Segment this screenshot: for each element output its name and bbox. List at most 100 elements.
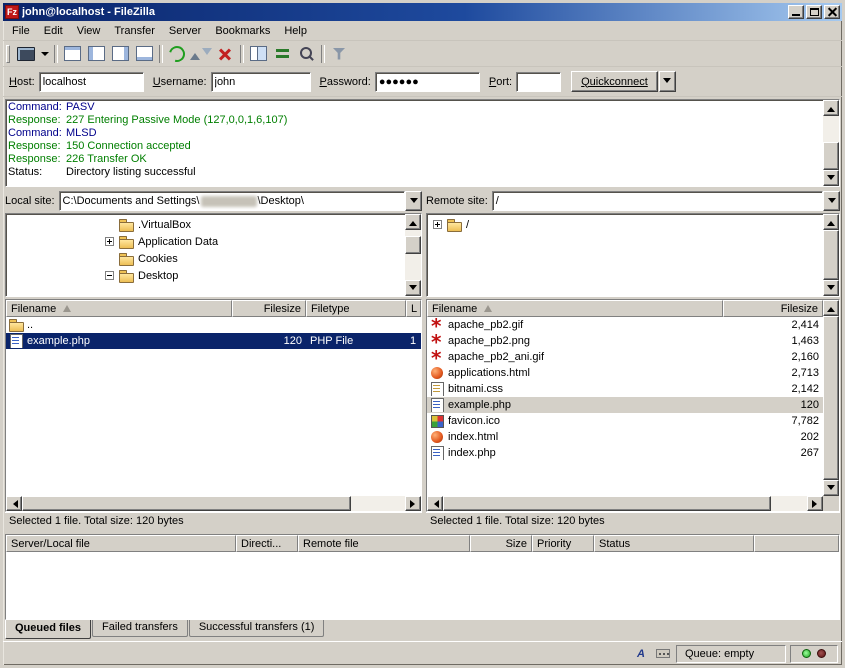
quickconnect-button[interactable]: Quickconnect (571, 71, 658, 92)
remote-site-dropdown-button[interactable] (823, 191, 840, 211)
file-row[interactable]: favicon.ico 7,782 (427, 413, 823, 429)
scroll-track[interactable] (823, 116, 839, 170)
menu-item[interactable]: Bookmarks (208, 23, 277, 39)
menu-item[interactable]: File (5, 23, 37, 39)
queue-column-direction[interactable]: Directi... (236, 535, 298, 552)
scroll-down-button[interactable] (823, 280, 839, 296)
scroll-up-button[interactable] (823, 214, 839, 230)
scroll-up-button[interactable] (405, 214, 421, 230)
separator[interactable] (237, 43, 246, 65)
filter-button[interactable] (327, 43, 351, 65)
toggle-message-log-button[interactable] (60, 43, 84, 65)
local-site-dropdown-button[interactable] (405, 191, 422, 211)
expander-icon[interactable] (105, 271, 114, 280)
file-row[interactable]: .. (6, 317, 421, 333)
tree-item[interactable]: .VirtualBox (7, 216, 403, 233)
file-row[interactable]: apache_pb2_ani.gif 2,160 (427, 349, 823, 365)
scroll-track[interactable] (823, 316, 839, 480)
scroll-up-button[interactable] (823, 100, 839, 116)
toggle-queue-button[interactable] (132, 43, 156, 65)
column-header-filename[interactable]: Filename (427, 300, 723, 317)
file-row[interactable]: index.php 267 (427, 445, 823, 461)
maximize-button[interactable] (806, 5, 822, 19)
tree-item[interactable]: Desktop (7, 267, 403, 284)
separator[interactable] (156, 43, 165, 65)
toggle-remote-tree-button[interactable] (108, 43, 132, 65)
column-header-filetype[interactable]: Filetype (306, 300, 406, 317)
remote-site-combobox[interactable]: / (492, 191, 840, 211)
queue-column-priority[interactable]: Priority (532, 535, 594, 552)
scroll-left-button[interactable] (427, 496, 443, 511)
queue-column-local-file[interactable]: Server/Local file (6, 535, 236, 552)
file-row[interactable]: apache_pb2.gif 2,414 (427, 317, 823, 333)
synchronized-browsing-button[interactable] (270, 43, 294, 65)
menu-item[interactable]: Transfer (107, 23, 162, 39)
cancel-operation-button[interactable] (213, 43, 237, 65)
log-scrollbar[interactable] (823, 100, 839, 186)
refresh-button[interactable] (165, 43, 189, 65)
scroll-track[interactable] (443, 496, 807, 511)
scroll-track[interactable] (823, 230, 839, 280)
tree-item[interactable]: Application Data (7, 233, 403, 250)
transfer-type-icon[interactable]: A (632, 646, 650, 662)
tab-queued-files[interactable]: Queued files (5, 620, 91, 639)
menu-item[interactable]: Server (162, 23, 208, 39)
toggle-local-tree-button[interactable] (84, 43, 108, 65)
local-tree-scrollbar[interactable] (405, 214, 421, 296)
menu-item[interactable]: View (70, 23, 108, 39)
scroll-right-button[interactable] (405, 496, 421, 511)
column-header-lastmodified[interactable]: L (406, 300, 421, 317)
separator[interactable] (51, 43, 60, 65)
port-input[interactable] (516, 72, 561, 92)
scroll-down-button[interactable] (823, 480, 839, 496)
queue-column-status[interactable]: Status (594, 535, 754, 552)
scroll-thumb[interactable] (22, 496, 351, 511)
password-input[interactable] (375, 72, 480, 92)
local-site-combobox[interactable]: C:\Documents and Settings\ \Desktop\ (59, 191, 422, 211)
scroll-thumb[interactable] (443, 496, 771, 511)
expander-icon[interactable] (105, 237, 114, 246)
tab-failed-transfers[interactable]: Failed transfers (92, 620, 188, 637)
queue-body[interactable] (6, 552, 839, 619)
close-button[interactable] (824, 5, 840, 19)
file-row[interactable]: bitnami.css 2,142 (427, 381, 823, 397)
horizontal-scrollbar[interactable] (6, 496, 421, 511)
directory-comparison-button[interactable] (246, 43, 270, 65)
column-header-filename[interactable]: Filename (6, 300, 232, 317)
file-row[interactable]: applications.html 2,713 (427, 365, 823, 381)
scroll-right-button[interactable] (807, 496, 823, 511)
scroll-thumb[interactable] (405, 236, 421, 254)
column-header-filesize[interactable]: Filesize (232, 300, 306, 317)
site-manager-button[interactable] (14, 43, 38, 65)
scroll-down-button[interactable] (823, 170, 839, 186)
scroll-thumb[interactable] (823, 230, 839, 280)
remote-list-scrollbar[interactable] (823, 300, 839, 496)
scroll-left-button[interactable] (6, 496, 22, 511)
separator[interactable] (318, 43, 327, 65)
tree-item[interactable]: / (428, 216, 821, 233)
column-header-filesize[interactable]: Filesize (723, 300, 823, 317)
queue-column-remote-file[interactable]: Remote file (298, 535, 470, 552)
remote-site-path[interactable]: / (492, 191, 823, 211)
remote-tree-scrollbar[interactable] (823, 214, 839, 296)
minimize-button[interactable] (788, 5, 804, 19)
find-files-button[interactable] (294, 43, 318, 65)
username-input[interactable] (211, 72, 311, 92)
file-row[interactable]: index.html 202 (427, 429, 823, 445)
quickconnect-dropdown-button[interactable] (659, 71, 676, 92)
scroll-thumb[interactable] (823, 142, 839, 170)
local-site-path[interactable]: C:\Documents and Settings\ \Desktop\ (59, 191, 405, 211)
scroll-track[interactable] (22, 496, 405, 511)
queue-column-size[interactable]: Size (470, 535, 532, 552)
process-queue-button[interactable] (189, 43, 213, 65)
menu-item[interactable]: Help (277, 23, 314, 39)
menu-item[interactable]: Edit (37, 23, 70, 39)
site-manager-dropdown[interactable] (38, 43, 51, 65)
tab-successful-transfers[interactable]: Successful transfers (1) (189, 620, 325, 637)
file-row[interactable]: apache_pb2.png 1,463 (427, 333, 823, 349)
title-bar[interactable]: Fz john@localhost - FileZilla (3, 3, 842, 21)
tree-item[interactable]: Cookies (7, 250, 403, 267)
scroll-thumb[interactable] (823, 316, 839, 480)
toolbar-grip[interactable] (6, 45, 10, 63)
expander-icon[interactable] (433, 220, 442, 229)
